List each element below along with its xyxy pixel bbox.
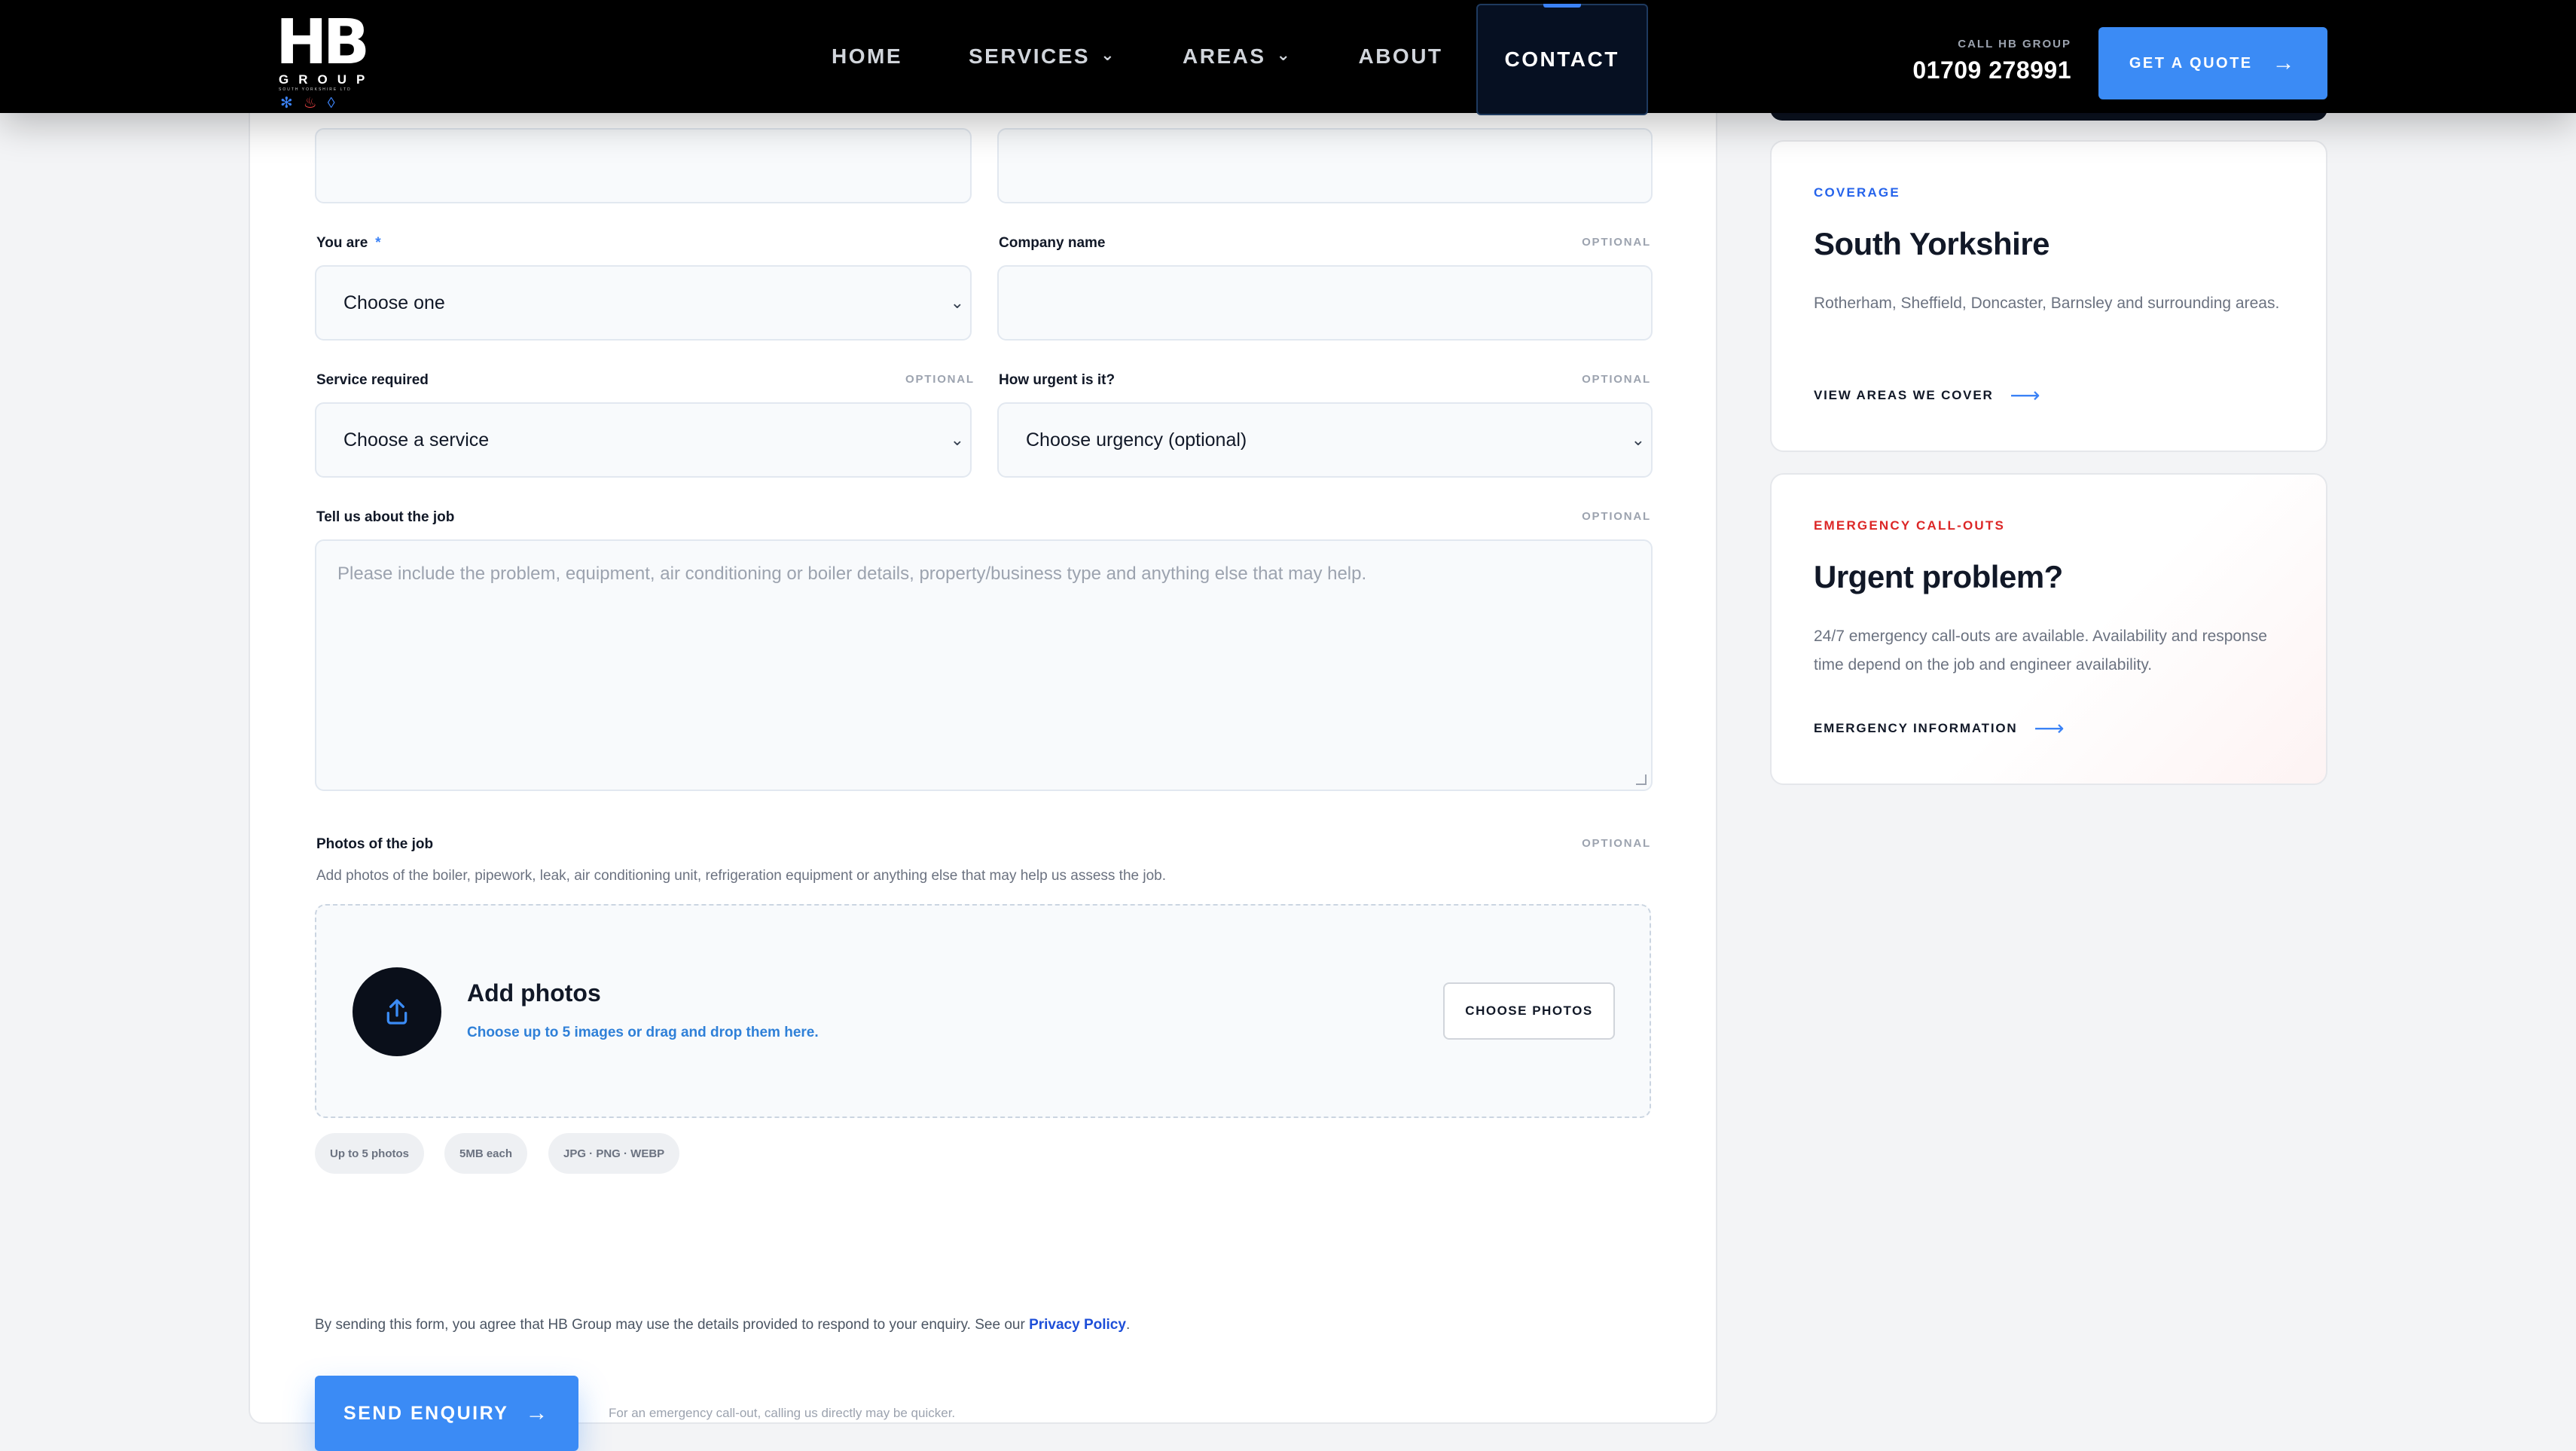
emergency-eyebrow: EMERGENCY CALL-OUTS xyxy=(1814,518,2005,533)
you-are-value: Choose one xyxy=(343,292,445,313)
chip-file-types: JPG · PNG · WEBP xyxy=(548,1133,680,1174)
top-left-input[interactable] xyxy=(315,128,972,203)
chip-photo-count: Up to 5 photos xyxy=(315,1133,424,1174)
nav-contact[interactable]: CONTACT xyxy=(1476,4,1648,115)
get-a-quote-button[interactable]: GET A QUOTE → xyxy=(2098,27,2327,99)
nav-home[interactable]: HOME xyxy=(798,0,935,113)
you-are-label: You are * xyxy=(316,235,381,251)
enquiry-form: You are * Company name OPTIONAL Choose on… xyxy=(249,90,1717,1451)
view-areas-label: VIEW AREAS WE COVER xyxy=(1814,387,1994,402)
urgency-label: How urgent is it? xyxy=(999,372,1116,388)
company-optional: OPTIONAL xyxy=(1582,236,1651,249)
urgency-value: Choose urgency (optional) xyxy=(1026,429,1247,451)
service-required-label: Service required xyxy=(316,372,429,388)
photo-dropzone[interactable]: Add photos Choose up to 5 images or drag… xyxy=(315,904,1651,1118)
privacy-policy-link[interactable]: Privacy Policy xyxy=(1029,1317,1126,1333)
get-a-quote-label: GET A QUOTE xyxy=(2129,54,2253,72)
photos-label: Photos of the job xyxy=(316,836,434,852)
required-mark: * xyxy=(375,235,381,251)
arrow-right-icon: ⟶ xyxy=(2034,716,2066,740)
phone-number[interactable]: 01709 278991 xyxy=(1912,57,2071,84)
you-are-select[interactable]: Choose one ⌄ xyxy=(315,265,972,341)
emergency-text: 24/7 emergency call-outs are available. … xyxy=(1814,628,2267,674)
nav-services[interactable]: SERVICES ⌄ xyxy=(935,0,1149,113)
emergency-info-link[interactable]: EMERGENCY INFORMATION ⟶ xyxy=(1814,716,2065,741)
coverage-title: South Yorkshire xyxy=(1814,226,2050,261)
top-right-input[interactable] xyxy=(997,128,1653,203)
emergency-title: Urgent problem? xyxy=(1814,559,2063,594)
logo-word: GROUP xyxy=(279,72,375,87)
chevron-down-icon: ⌄ xyxy=(1276,45,1293,64)
nav-contact-label: CONTACT xyxy=(1504,47,1619,71)
photos-description: Add photos of the boiler, pipework, leak… xyxy=(316,868,1167,884)
flame-icon: ♨ xyxy=(303,95,317,111)
arrow-right-icon: ⟶ xyxy=(2010,383,2042,407)
company-name-input[interactable] xyxy=(997,265,1653,341)
urgency-select[interactable]: Choose urgency (optional) ⌄ xyxy=(997,402,1653,478)
service-value: Choose a service xyxy=(343,429,490,451)
chevron-down-icon: ⌄ xyxy=(1100,45,1117,64)
hb-group-logo[interactable]: HB GROUP SOUTH YORKSHIRE LTD ✻ ♨ ◊ xyxy=(274,7,370,112)
arrow-right-icon: → xyxy=(525,1401,550,1425)
add-photos-subtitle: Choose up to 5 images or drag and drop t… xyxy=(467,1025,819,1040)
service-optional: OPTIONAL xyxy=(905,373,975,386)
choose-photos-button[interactable]: CHOOSE PHOTOS xyxy=(1443,982,1615,1040)
consent-text: By sending this form, you agree that HB … xyxy=(315,1317,1131,1333)
coverage-eyebrow: COVERAGE xyxy=(1814,185,1900,200)
call-block[interactable]: CALL HB GROUP 01709 278991 xyxy=(1912,38,2071,84)
coverage-text: Rotherham, Sheffield, Doncaster, Barnsle… xyxy=(1814,295,2280,312)
job-label: Tell us about the job xyxy=(316,509,455,525)
job-description-textarea[interactable]: Please include the problem, equipment, a… xyxy=(315,539,1653,791)
upload-icon xyxy=(353,967,441,1056)
logo-mark: HB xyxy=(276,7,370,78)
job-placeholder: Please include the problem, equipment, a… xyxy=(337,564,1367,584)
send-enquiry-label: SEND ENQUIRY xyxy=(343,1402,509,1424)
urgency-optional: OPTIONAL xyxy=(1582,373,1651,386)
nav-areas[interactable]: AREAS ⌄ xyxy=(1149,0,1325,113)
nav-home-label: HOME xyxy=(832,44,902,68)
site-header: HB GROUP SOUTH YORKSHIRE LTD ✻ ♨ ◊ HOME … xyxy=(0,0,2576,115)
send-enquiry-button[interactable]: SEND ENQUIRY → xyxy=(315,1376,578,1451)
nav-services-label: SERVICES xyxy=(969,44,1091,68)
chevron-down-icon: ⌄ xyxy=(950,293,964,312)
nav-about[interactable]: ABOUT xyxy=(1325,0,1476,113)
photos-optional: OPTIONAL xyxy=(1582,837,1651,850)
snowflake-icon: ✻ xyxy=(280,95,293,111)
call-label: CALL HB GROUP xyxy=(1958,38,2071,50)
logo-subtext: SOUTH YORKSHIRE LTD xyxy=(279,87,352,92)
nav-areas-label: AREAS xyxy=(1183,44,1266,68)
emergency-card: EMERGENCY CALL-OUTS Urgent problem? 24/7… xyxy=(1770,473,2327,785)
add-photos-title: Add photos xyxy=(467,979,601,1007)
chevron-down-icon: ⌄ xyxy=(1631,430,1645,449)
nav-about-label: ABOUT xyxy=(1358,44,1443,68)
arrow-right-icon: → xyxy=(2272,50,2297,75)
view-areas-link[interactable]: VIEW AREAS WE COVER ⟶ xyxy=(1814,383,2042,408)
service-select[interactable]: Choose a service ⌄ xyxy=(315,402,972,478)
emergency-info-label: EMERGENCY INFORMATION xyxy=(1814,720,2018,735)
chip-file-size: 5MB each xyxy=(444,1133,528,1174)
resize-handle-icon[interactable] xyxy=(1636,774,1647,785)
job-optional: OPTIONAL xyxy=(1582,510,1651,523)
water-drop-icon: ◊ xyxy=(327,95,335,111)
company-name-label: Company name xyxy=(999,235,1106,251)
send-note: For an emergency call-out, calling us di… xyxy=(609,1406,956,1420)
chevron-down-icon: ⌄ xyxy=(950,430,964,449)
logo-icons: ✻ ♨ ◊ xyxy=(280,95,335,111)
main-nav: HOME SERVICES ⌄ AREAS ⌄ ABOUT CONTACT xyxy=(798,0,1648,115)
coverage-card: COVERAGE South Yorkshire Rotherham, Shef… xyxy=(1770,140,2327,452)
